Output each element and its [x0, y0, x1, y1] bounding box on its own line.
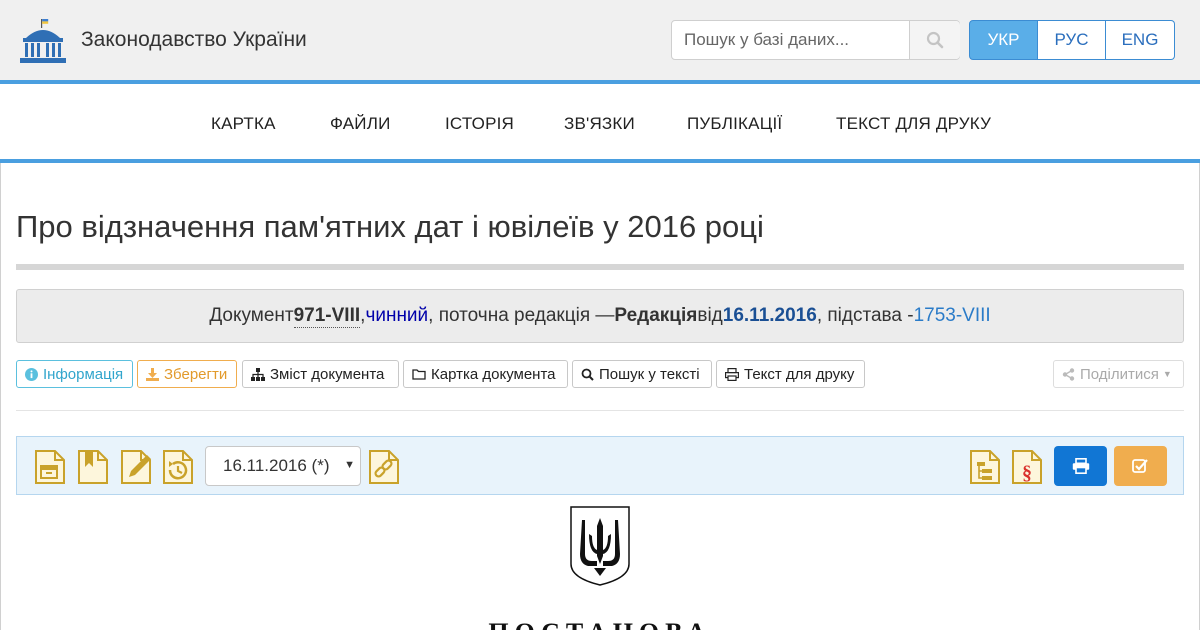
card-button[interactable]: Картка документа [403, 360, 568, 388]
nav-item-card[interactable]: КАРТКА [211, 114, 276, 134]
search-box [671, 20, 960, 60]
parliament-building-icon[interactable] [18, 18, 68, 64]
card-button-label: Картка документа [431, 365, 556, 383]
chevron-down-icon: ▼ [1162, 369, 1172, 379]
search-icon [926, 31, 944, 49]
print-text-button[interactable]: Текст для друку [716, 360, 865, 388]
contents-button-label: Зміст документа [270, 365, 385, 383]
info-button[interactable]: Інформація [16, 360, 133, 388]
status-prefix: Документ [209, 305, 294, 326]
save-button-label: Зберегти [164, 365, 228, 383]
download-icon [146, 367, 159, 381]
status-from: від [697, 305, 723, 326]
search-input[interactable] [672, 21, 909, 59]
share-button[interactable]: Поділитися ▼ [1053, 360, 1184, 388]
document-nav: КАРТКА ФАЙЛИ ІСТОРІЯ ЗВ'ЯЗКИ ПУБЛІКАЦІЇ … [0, 84, 1200, 160]
sitemap-icon [251, 367, 265, 381]
lang-rus-button[interactable]: РУС [1038, 20, 1106, 60]
search-icon [581, 368, 594, 381]
nav-item-history[interactable]: ІСТОРІЯ [445, 114, 514, 134]
print-text-button-label: Текст для друку [744, 365, 855, 383]
lang-eng-button[interactable]: ENG [1106, 20, 1175, 60]
edition-date: 16.11.2016 [722, 305, 817, 326]
toolbar-divider [16, 410, 1184, 411]
bookmark-doc-icon[interactable] [76, 449, 110, 485]
check-button[interactable] [1114, 446, 1167, 486]
print-icon [1072, 458, 1089, 474]
nav-item-files[interactable]: ФАЙЛИ [330, 114, 390, 134]
edition-date-select[interactable]: 16.11.2016 (*) ▼ [205, 446, 361, 486]
language-switcher: УКР РУС ENG [969, 20, 1175, 60]
search-text-button[interactable]: Пошук у тексті [572, 360, 712, 388]
edition-label: Редакція [614, 305, 698, 326]
document-heading: ПОСТАНОВА [0, 618, 1200, 630]
history-doc-icon[interactable] [161, 449, 195, 485]
share-icon [1062, 367, 1075, 381]
info-button-label: Інформація [43, 365, 124, 383]
search-text-button-label: Пошук у тексті [599, 365, 700, 383]
document-status-box: Документ 971-VIII, чинний, поточна редак… [16, 289, 1184, 343]
document-toolbar: 16.11.2016 (*) ▼ § [16, 436, 1184, 495]
nav-item-publications[interactable]: ПУБЛІКАЦІЇ [687, 114, 782, 134]
print-button[interactable] [1054, 446, 1107, 486]
lang-ukr-button[interactable]: УКР [969, 20, 1038, 60]
basis-link[interactable]: 1753-VIII [914, 305, 991, 327]
edit-doc-icon[interactable] [119, 449, 153, 485]
info-circle-icon [25, 367, 38, 381]
site-title[interactable]: Законодавство України [81, 28, 307, 52]
page-title: Про відзначення пам'ятних дат і ювілеїв … [16, 209, 764, 244]
save-button[interactable]: Зберегти [137, 360, 237, 388]
site-header: Законодавство України УКР РУС ENG [0, 0, 1200, 80]
basis-text: , підстава - [816, 305, 914, 326]
edition-date-value: 16.11.2016 (*) [223, 456, 330, 475]
coat-of-arms-icon [570, 506, 630, 586]
share-button-label: Поділитися [1080, 365, 1159, 383]
check-square-icon [1132, 459, 1148, 473]
contents-button[interactable]: Зміст документа [242, 360, 399, 388]
nav-item-print-text[interactable]: ТЕКСТ ДЛЯ ДРУКУ [836, 114, 991, 134]
svg-text:§: § [1022, 462, 1032, 484]
nav-item-links[interactable]: ЗВ'ЯЗКИ [564, 114, 635, 134]
document-state: чинний [365, 305, 429, 326]
search-button[interactable] [909, 21, 960, 59]
title-divider [16, 264, 1184, 270]
print-icon [725, 367, 739, 381]
folder-icon [412, 369, 426, 380]
archive-doc-icon[interactable] [33, 449, 67, 485]
chevron-down-icon: ▼ [344, 459, 355, 471]
structure-doc-icon[interactable] [968, 449, 1002, 485]
section-doc-icon[interactable]: § [1010, 449, 1044, 485]
status-middle: , поточна редакція — [428, 305, 615, 326]
link-doc-icon[interactable] [367, 449, 401, 485]
document-number[interactable]: 971-VIII [293, 305, 361, 328]
